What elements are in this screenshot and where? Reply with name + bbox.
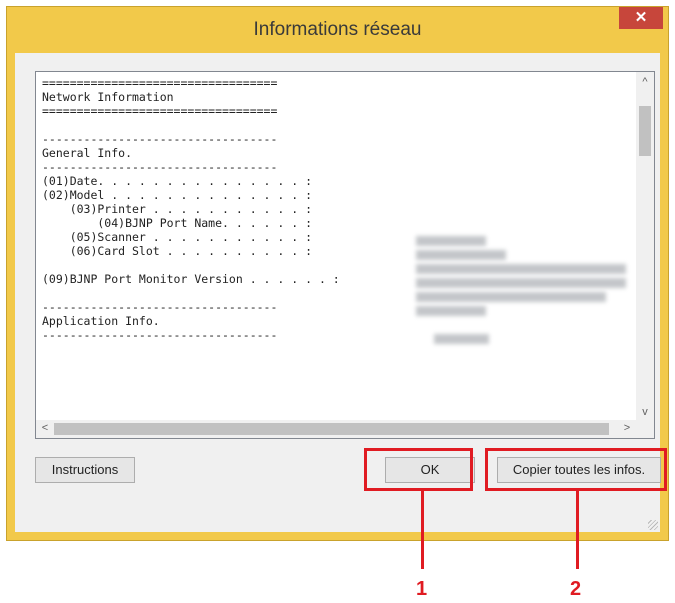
port-name-value-redacted xyxy=(416,278,626,288)
horizontal-scroll-thumb[interactable] xyxy=(54,423,609,435)
vertical-scrollbar[interactable]: ^ v xyxy=(636,72,654,420)
scroll-right-icon[interactable]: > xyxy=(618,422,636,434)
info-text-area: ================================== Netwo… xyxy=(36,72,636,420)
network-info-textbox[interactable]: ================================== Netwo… xyxy=(35,71,655,439)
window-title: Informations réseau xyxy=(253,19,422,40)
resize-grip[interactable] xyxy=(648,520,658,530)
scroll-down-icon[interactable]: v xyxy=(636,406,654,418)
card-slot-value-redacted xyxy=(416,306,486,316)
callout-line-2 xyxy=(576,491,579,569)
instructions-button[interactable]: Instructions xyxy=(35,457,135,483)
title-bar[interactable]: Informations réseau ✕ xyxy=(7,7,668,53)
callout-number-2: 2 xyxy=(570,578,582,600)
ok-button-highlight xyxy=(364,448,473,491)
close-icon: ✕ xyxy=(634,9,648,26)
copy-button-highlight xyxy=(485,448,667,491)
scroll-up-icon[interactable]: ^ xyxy=(636,76,654,88)
printer-value-redacted xyxy=(416,264,626,274)
model-value-redacted xyxy=(416,250,506,260)
scanner-value-redacted xyxy=(416,292,606,302)
port-monitor-version-redacted xyxy=(434,334,489,344)
close-button[interactable]: ✕ xyxy=(619,7,663,29)
horizontal-scrollbar[interactable]: < > xyxy=(36,420,636,438)
callout-line-1 xyxy=(421,491,424,569)
callout-number-1: 1 xyxy=(416,578,428,600)
scroll-left-icon[interactable]: < xyxy=(36,422,54,434)
scrollbar-corner xyxy=(636,420,654,438)
vertical-scroll-thumb[interactable] xyxy=(639,106,651,156)
date-value-redacted xyxy=(416,236,486,246)
